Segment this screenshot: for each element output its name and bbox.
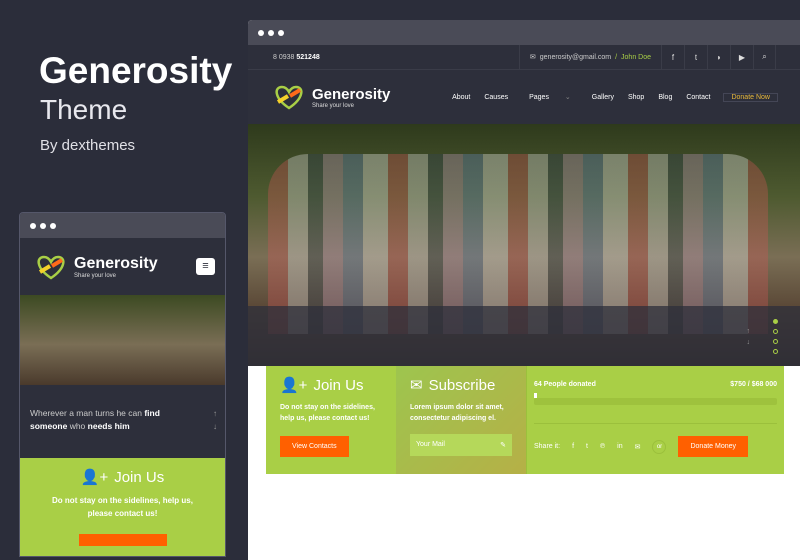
- slider-dot[interactable]: [773, 349, 778, 354]
- logo-name: Generosity: [74, 254, 158, 272]
- envelope-icon[interactable]: ✉: [635, 443, 641, 451]
- donate-now-button[interactable]: Donate Now: [723, 92, 778, 102]
- donation-amount: $750 / $68 000: [730, 381, 777, 388]
- menu: About Causes Pages ⌄ Gallery Shop Blog C…: [445, 92, 778, 102]
- slider-arrows[interactable]: ↑ ↓: [747, 326, 751, 348]
- main-nav: Generosity Share your love About Causes P…: [248, 70, 800, 124]
- slider-dot[interactable]: [773, 319, 778, 324]
- pencil-icon: ✎: [500, 442, 506, 449]
- arrow-down-icon: ↓: [213, 422, 217, 431]
- chevron-down-icon: ⌄: [564, 94, 571, 101]
- action-panels: 👤+ Join Us Do not stay on the sidelines, …: [266, 366, 784, 474]
- envelope-icon: ✉: [410, 377, 423, 394]
- menu-blog[interactable]: Blog: [651, 94, 679, 101]
- join-panel: 👤+ Join Us Do not stay on the sidelines, …: [266, 366, 396, 474]
- search-icon[interactable]: ⌕: [753, 44, 776, 70]
- hero-slider: ↑ ↓: [248, 124, 800, 366]
- add-user-icon: 👤+: [280, 377, 308, 394]
- subscribe-panel: ✉ Subscribe Lorem ipsum dolor sit amet, c…: [396, 366, 526, 474]
- email-input[interactable]: Your Mail ✎: [410, 434, 512, 456]
- arrow-down-icon: ↓: [746, 339, 751, 346]
- facebook-icon[interactable]: f: [661, 44, 684, 70]
- subscribe-title: Subscribe: [428, 376, 496, 394]
- subscribe-text: Lorem ipsum dolor sit amet, consectetur …: [410, 404, 504, 422]
- donation-panel: 64 People donated $750 / $68 000 Share it…: [526, 366, 784, 474]
- menu-contact[interactable]: Contact: [679, 94, 717, 101]
- promo-subtitle: Theme: [40, 94, 128, 125]
- topbar: 8 0938 521248 ✉ generosity@gmail.com / John…: [248, 44, 800, 70]
- slider-dots: [773, 319, 778, 354]
- facebook-icon[interactable]: f: [572, 443, 574, 450]
- promo-author: By dexthemes: [40, 137, 136, 154]
- heart-hands-icon: [275, 85, 303, 110]
- menu-pages[interactable]: Pages ⌄: [515, 93, 585, 101]
- logo-tagline: Share your love: [312, 102, 355, 109]
- slider-dot[interactable]: [773, 339, 778, 344]
- mobile-hero-image: [20, 295, 225, 385]
- twitter-icon[interactable]: t: [684, 44, 707, 70]
- user-link[interactable]: John Doe: [621, 54, 651, 61]
- join-title: Join Us: [114, 468, 165, 486]
- join-title: Join Us: [313, 376, 364, 394]
- linkedin-icon[interactable]: in: [617, 443, 622, 450]
- add-user-icon: 👤+: [80, 469, 109, 486]
- logo-tagline: Share your love: [74, 272, 117, 279]
- view-contacts-button[interactable]: View Contacts: [280, 436, 349, 457]
- view-contacts-button[interactable]: [78, 534, 167, 546]
- join-text: Do not stay on the sidelines, help us, p…: [280, 404, 375, 422]
- window-titlebar: [248, 20, 800, 45]
- twitter-icon[interactable]: t: [586, 443, 588, 450]
- donation-progress: [534, 393, 777, 405]
- share-label: Share it:: [534, 443, 561, 450]
- hero-caption-band: [248, 306, 800, 366]
- pinterest-icon[interactable]: ℗: [600, 443, 605, 450]
- donate-money-button[interactable]: Donate Money: [678, 436, 749, 457]
- slider-arrows[interactable]: ↑ ↓: [213, 407, 217, 433]
- window-titlebar: [20, 213, 225, 238]
- share-row: Share it: f t ℗ in ✉ or Donate Money: [534, 423, 777, 457]
- or-divider: or: [652, 439, 667, 454]
- menu-shop[interactable]: Shop: [621, 94, 651, 101]
- arrow-up-icon: ↑: [213, 409, 217, 418]
- envelope-icon: ✉: [529, 54, 536, 61]
- menu-gallery[interactable]: Gallery: [585, 94, 621, 101]
- heart-hands-icon: [37, 255, 65, 280]
- arrow-up-icon: ↑: [746, 328, 751, 335]
- mobile-quote: Wherever a man turns he can find someone …: [30, 407, 217, 433]
- email-link[interactable]: generosity@gmail.com: [540, 54, 611, 61]
- logo[interactable]: Generosity Share your love: [34, 254, 196, 280]
- logo[interactable]: Generosity Share your love: [272, 84, 445, 110]
- slider-dot[interactable]: [773, 329, 778, 334]
- rss-icon[interactable]: ◗: [707, 44, 730, 70]
- phone: 8 0938 521248: [273, 53, 320, 61]
- mobile-preview: Generosity Share your love ≡ Wherever a m…: [19, 212, 226, 557]
- menu-about[interactable]: About: [445, 94, 477, 101]
- people-donated: 64 People donated: [534, 381, 596, 388]
- join-text: Do not stay on the sidelines, help us, p…: [52, 496, 193, 518]
- logo-name: Generosity: [312, 85, 391, 103]
- menu-causes[interactable]: Causes: [477, 94, 515, 101]
- mobile-join-panel: 👤+ Join Us Do not stay on the sidelines, …: [20, 458, 225, 556]
- hamburger-menu-icon[interactable]: ≡: [196, 258, 215, 275]
- youtube-icon[interactable]: ▶: [730, 44, 753, 70]
- desktop-preview: 8 0938 521248 ✉ generosity@gmail.com / John…: [248, 20, 800, 560]
- contact-info: ✉ generosity@gmail.com / John Doe: [518, 44, 661, 70]
- promo-title: Generosity: [39, 50, 233, 91]
- mobile-header: Generosity Share your love ≡: [20, 238, 225, 295]
